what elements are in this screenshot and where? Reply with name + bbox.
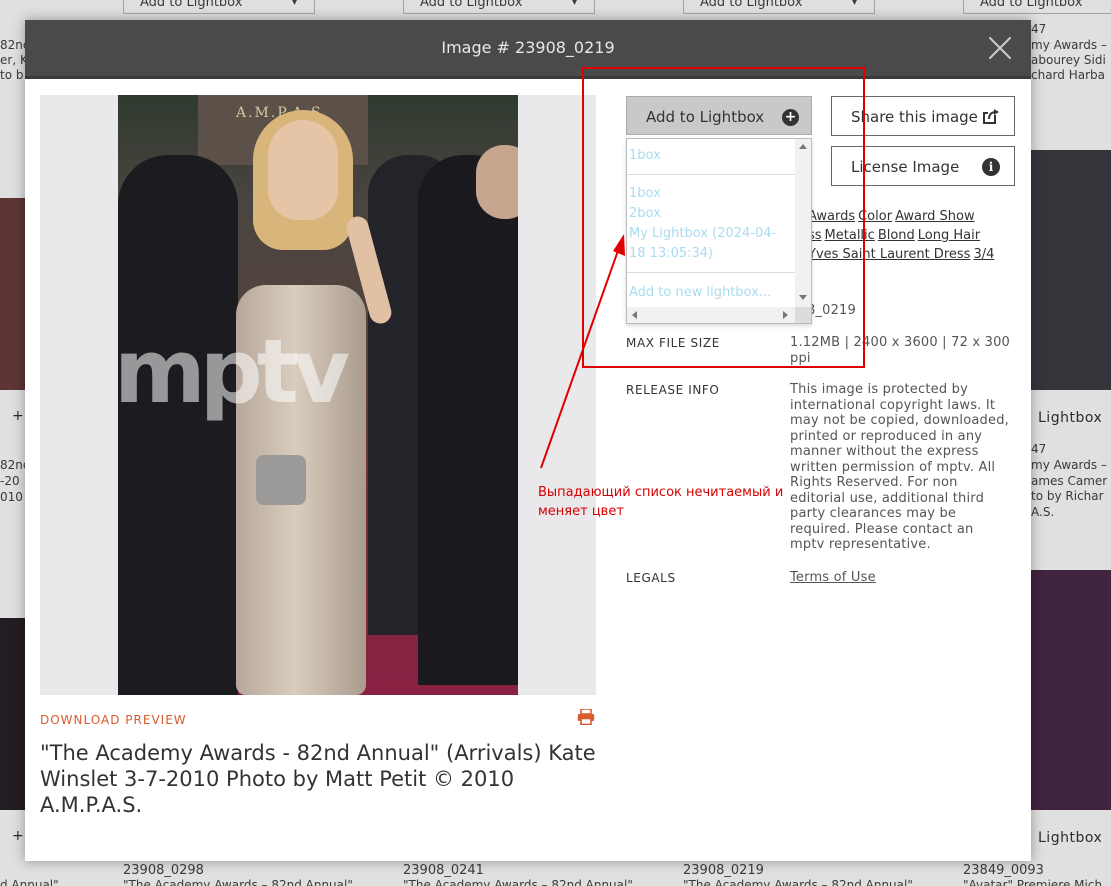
annotation-note: Выпадающий список нечитаемый и меняет цв… [538, 485, 784, 519]
annotation-arrow [540, 234, 625, 469]
